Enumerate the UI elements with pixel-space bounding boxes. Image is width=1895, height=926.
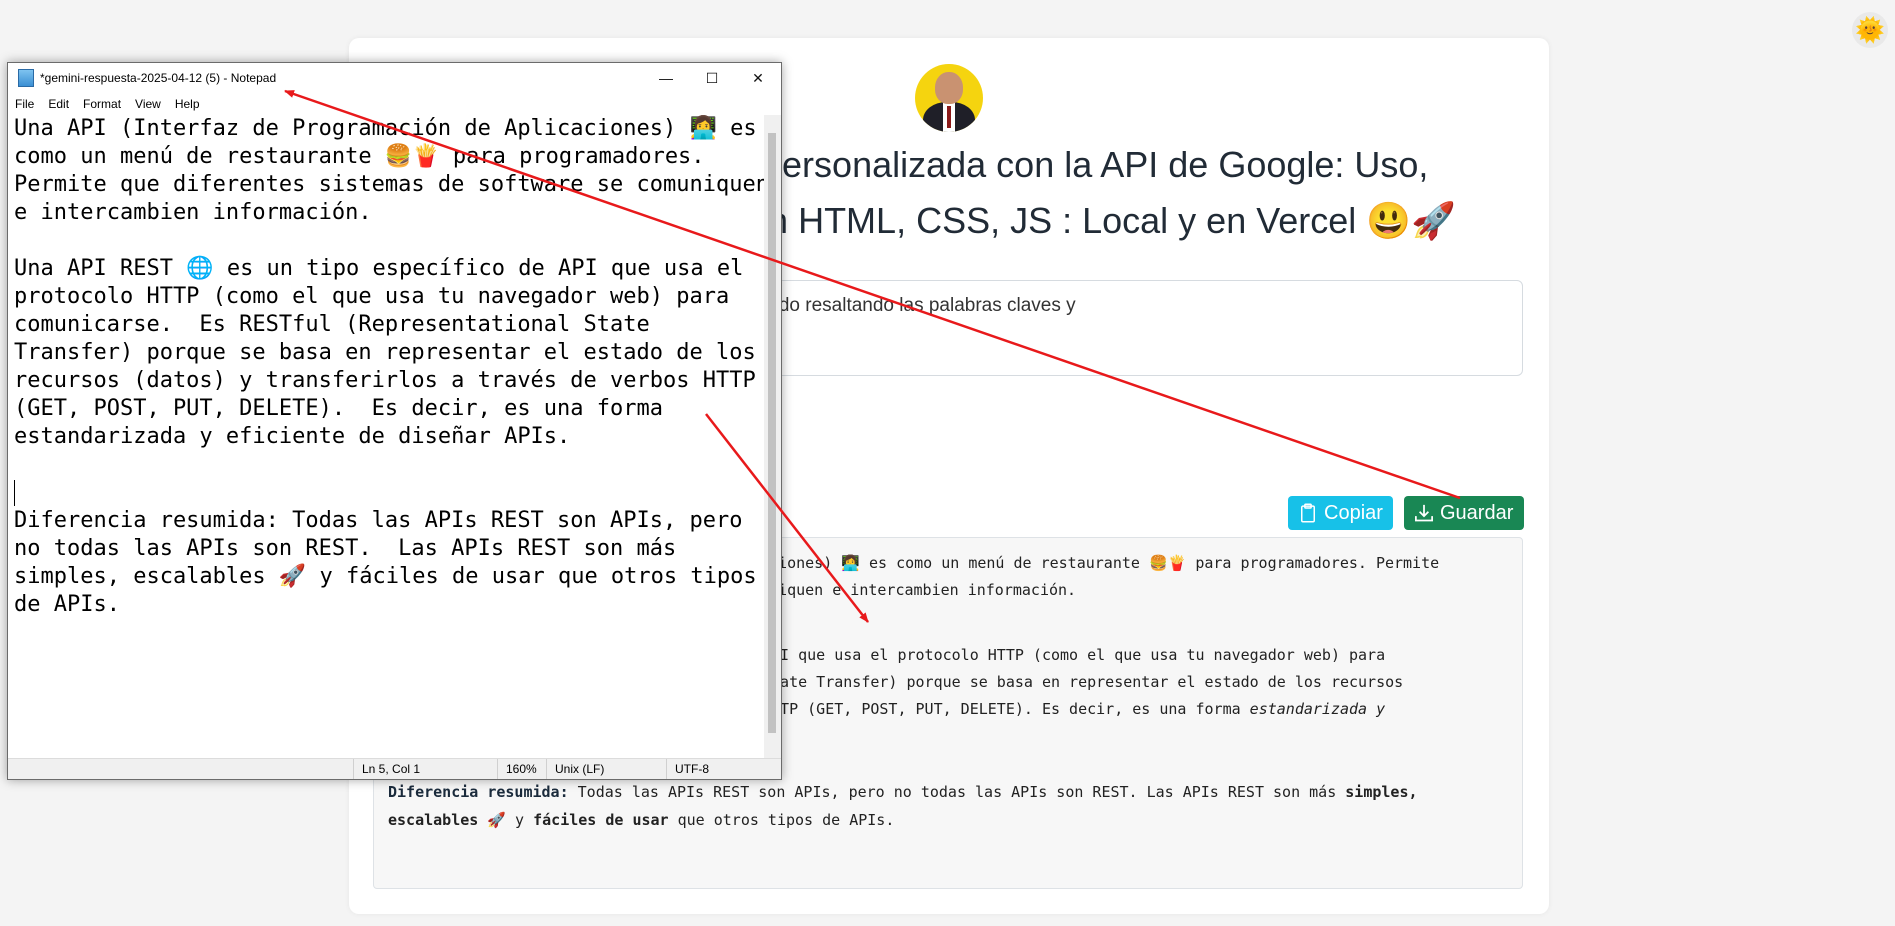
sun-icon: 🌞 [1855, 16, 1885, 44]
status-zoom: 160% [497, 759, 537, 779]
text-line [14, 451, 767, 479]
text-caret [14, 480, 15, 506]
theme-toggle[interactable]: 🌞 [1852, 12, 1888, 48]
text-line: de APIs. [14, 592, 120, 617]
clipboard-icon [1301, 503, 1315, 523]
result-line: Diferencia resumida: Todas las APIs REST… [388, 783, 1418, 801]
close-button[interactable]: ✕ [735, 63, 781, 93]
menu-help[interactable]: Help [168, 97, 207, 111]
text-cursor-line [14, 479, 767, 507]
text-line: e intercambien información. [14, 200, 372, 225]
text-line: (GET, POST, PUT, DELETE). Es decir, es u… [14, 396, 664, 421]
page-title-line-2: e con HTML, CSS, JS : Local y en Vercel … [700, 200, 1456, 241]
menu-view[interactable]: View [128, 97, 168, 111]
text-line: recursos (datos) y transferirlos a travé… [14, 368, 756, 393]
vertical-scrollbar[interactable] [764, 115, 781, 761]
maximize-button[interactable]: ☐ [689, 63, 735, 93]
text-line: protocolo HTTP (como el que usa tu naveg… [14, 284, 730, 309]
menu-file[interactable]: File [8, 97, 41, 111]
text-line: no todas las APIs son REST. Las APIs RES… [14, 536, 677, 561]
page-title-line-1: faz Personalizada con la API de Google: … [700, 144, 1429, 185]
download-icon [1415, 504, 1433, 522]
minimize-button[interactable]: — [643, 63, 689, 93]
text-line: como un menú de restaurante 🍔🍟 para prog… [14, 144, 705, 169]
text-line: Una API (Interfaz de Programación de Apl… [14, 116, 757, 141]
notepad-statusbar: Ln 5, Col 1 160% Unix (LF) UTF-8 [8, 758, 781, 779]
text-line: simples, escalables 🚀 y fáciles de usar … [14, 564, 757, 589]
menu-edit[interactable]: Edit [41, 97, 76, 111]
text-line [14, 227, 767, 255]
menu-format[interactable]: Format [76, 97, 128, 111]
copy-button[interactable]: Copiar [1288, 496, 1393, 530]
text-line: estandarizada y eficiente de diseñar API… [14, 424, 571, 449]
notepad-titlebar[interactable]: *gemini-respuesta-2025-04-12 (5) - Notep… [8, 63, 781, 93]
status-line-ending: Unix (LF) [546, 759, 604, 779]
text-line: comunicarse. Es RESTful (Representationa… [14, 312, 650, 337]
notepad-icon [18, 69, 34, 87]
notepad-title: *gemini-respuesta-2025-04-12 (5) - Notep… [40, 71, 277, 85]
scrollbar-thumb[interactable] [768, 133, 776, 733]
text-line: Diferencia resumida: Todas las APIs REST… [14, 508, 743, 533]
copy-button-label: Copiar [1324, 501, 1383, 524]
save-button-label: Guardar [1440, 501, 1514, 524]
text-line: Permite que diferentes sistemas de softw… [14, 172, 767, 197]
save-button[interactable]: Guardar [1404, 496, 1524, 530]
status-encoding: UTF-8 [666, 759, 709, 779]
notepad-text-area[interactable]: Una API (Interfaz de Programación de Apl… [14, 115, 767, 761]
text-line: Transfer) porque se basa en representar … [14, 340, 756, 365]
text-line: Una API REST 🌐 es un tipo específico de … [14, 256, 744, 281]
avatar [915, 64, 983, 132]
notepad-window: *gemini-respuesta-2025-04-12 (5) - Notep… [7, 62, 782, 780]
status-position: Ln 5, Col 1 [353, 759, 420, 779]
notepad-menubar: File Edit Format View Help [8, 93, 781, 115]
result-line: escalables 🚀 y fáciles de usar que otros… [388, 811, 895, 829]
